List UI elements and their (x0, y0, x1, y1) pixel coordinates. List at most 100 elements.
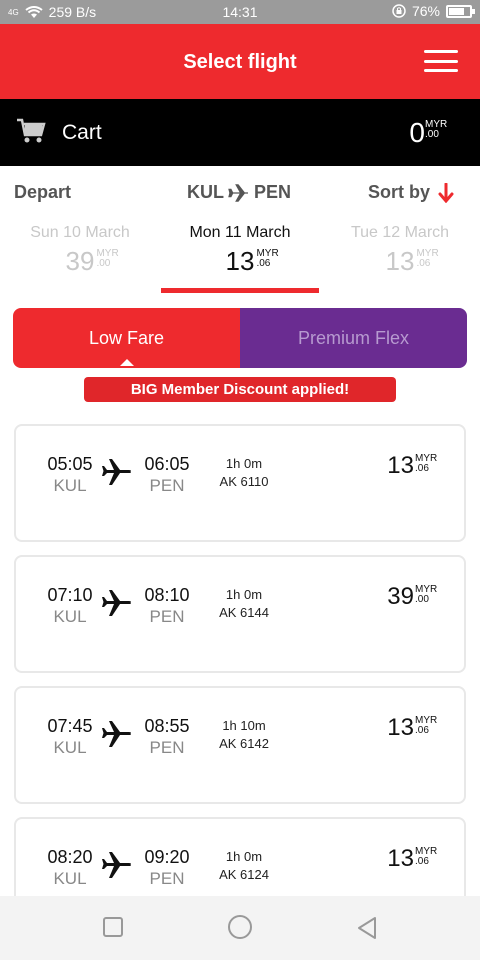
battery-icon (446, 4, 475, 18)
route: KUL PEN (187, 182, 291, 203)
premium-flex-label: Premium Flex (297, 327, 409, 348)
arrival-time: 08:55 (144, 716, 190, 736)
flight-card[interactable]: 07:10 KUL 08:10 PEN 1h 0m AK 6144 39 MYR… (14, 555, 466, 673)
date-tab-sun-10[interactable]: Sun 10 March 39 MYR .00 (0, 224, 160, 277)
flight-duration: 1h 0m (225, 587, 263, 602)
departure-time: 07:10 (47, 585, 93, 605)
flight-price-currency: MYR .06 (414, 454, 444, 474)
date-price: 39 MYR .00 (65, 246, 119, 277)
battery-percent: 76% (411, 3, 440, 19)
flight-number: AK 6144 (219, 605, 269, 620)
triangle-back-icon[interactable] (356, 916, 378, 940)
date-selector: Sun 10 March 39 MYR .00 Mon 11 March 13 … (0, 218, 480, 298)
price-cents: .06 (415, 856, 429, 867)
arrival-time: 09:20 (144, 847, 190, 867)
flight-price-currency: MYR .06 (414, 716, 444, 736)
date-label: Mon 11 March (189, 224, 291, 241)
date-price: 13 MYR .06 (225, 246, 279, 277)
flight-price-currency: MYR .06 (414, 847, 444, 867)
sort-label: Sort by (367, 182, 430, 202)
departure-code: KUL (53, 869, 87, 888)
flight-duration: 1h 0m (225, 849, 263, 864)
plane-icon (102, 459, 131, 485)
arrival-code: PEN (149, 738, 185, 757)
cart-amount: 0 (409, 117, 425, 148)
price-cents: .00 (415, 594, 429, 605)
arrival-code: PEN (149, 607, 185, 626)
flight-price-amount: 13 (387, 714, 414, 741)
date-price-amount: 13 (385, 246, 415, 276)
date-label: Tue 12 March (350, 224, 450, 241)
flight-duration: 1h 10m (222, 718, 266, 733)
date-price-amount: 39 (65, 246, 95, 276)
flight-number: AK 6142 (219, 736, 269, 751)
date-price-currency: MYR .00 (94, 249, 124, 269)
departure-code: KUL (53, 607, 87, 626)
flight-card[interactable]: 08:20 KUL 09:20 PEN 1h 0m AK 6124 13 MYR… (14, 817, 466, 896)
price-cents: .06 (416, 258, 431, 269)
flight-price-amount: 13 (387, 845, 414, 872)
flight-list[interactable]: 05:05 KUL 06:05 PEN 1h 0m AK 6110 13 MYR… (0, 424, 480, 896)
departure-time: 05:05 (47, 454, 93, 474)
cart-icon (17, 118, 46, 143)
discount-banner: BIG Member Discount applied! (84, 377, 396, 402)
square-icon[interactable] (102, 916, 124, 938)
date-label: Sun 10 March (30, 224, 130, 241)
status-right: 76% (392, 3, 475, 19)
flight-number: AK 6124 (219, 867, 269, 882)
plane-icon (102, 590, 131, 616)
cart-bar[interactable]: Cart 0 MYR .00 (0, 99, 480, 166)
date-price: 13 MYR .06 (385, 246, 439, 277)
date-price-currency: MYR .06 (414, 249, 444, 269)
arrow-down-icon (438, 182, 454, 203)
arrival-code: PEN (149, 869, 185, 888)
system-nav-bar (0, 896, 480, 960)
menu-line (424, 50, 458, 53)
selected-date-indicator (161, 288, 319, 293)
plane-icon (102, 721, 131, 747)
plane-icon (228, 183, 248, 202)
departure-time: 08:20 (47, 847, 93, 867)
arrival-time: 06:05 (144, 454, 190, 474)
flight-price-currency: MYR .00 (414, 585, 444, 605)
arrival-time: 08:10 (144, 585, 190, 605)
flight-price-amount: 39 (387, 583, 414, 610)
flight-price-amount: 13 (387, 452, 414, 479)
app-header: Select flight (0, 24, 480, 99)
fare-type-toggle: Low Fare Premium Flex (13, 308, 467, 368)
plane-icon (102, 852, 131, 878)
status-bar: 4G 259 B/s 14:31 76% (0, 0, 480, 24)
flight-card[interactable]: 05:05 KUL 06:05 PEN 1h 0m AK 6110 13 MYR… (14, 424, 466, 542)
departure-code: KUL (53, 476, 87, 495)
sort-by-button[interactable]: Sort by (368, 182, 454, 203)
low-fare-tab[interactable]: Low Fare (13, 308, 240, 368)
depart-label: Depart (14, 182, 72, 202)
flight-price: 39 MYR .00 (387, 583, 437, 611)
price-cents: .00 (96, 258, 111, 269)
cart-cents: .00 (425, 129, 439, 140)
circle-icon[interactable] (227, 914, 253, 940)
date-tab-mon-11[interactable]: Mon 11 March 13 MYR .06 (160, 224, 320, 277)
hamburger-menu-icon[interactable] (424, 50, 458, 72)
rotation-lock-icon (392, 4, 406, 18)
origin-code: KUL (187, 182, 224, 202)
flight-duration: 1h 0m (225, 456, 263, 471)
low-fare-label: Low Fare (88, 327, 165, 348)
flight-number: AK 6110 (219, 474, 269, 489)
price-cents: .06 (415, 725, 429, 736)
flight-card[interactable]: 07:45 KUL 08:55 PEN 1h 10m AK 6142 13 MY… (14, 686, 466, 804)
flight-price: 13 MYR .06 (387, 714, 437, 742)
arrival-code: PEN (149, 476, 185, 495)
date-price-amount: 13 (225, 246, 255, 276)
price-cents: .06 (256, 258, 271, 269)
departure-time: 07:45 (47, 716, 93, 736)
cart-currency: MYR .00 (425, 120, 455, 140)
date-price-currency: MYR .06 (254, 249, 284, 269)
cart-label: Cart (62, 121, 102, 144)
selected-caret-icon (119, 359, 134, 366)
filter-row: Depart KUL PEN Sort by (0, 166, 480, 218)
flight-price: 13 MYR .06 (387, 845, 437, 873)
premium-flex-tab[interactable]: Premium Flex (240, 308, 467, 368)
date-tab-tue-12[interactable]: Tue 12 March 13 MYR .06 (320, 224, 480, 277)
cart-total: 0 (409, 117, 425, 149)
